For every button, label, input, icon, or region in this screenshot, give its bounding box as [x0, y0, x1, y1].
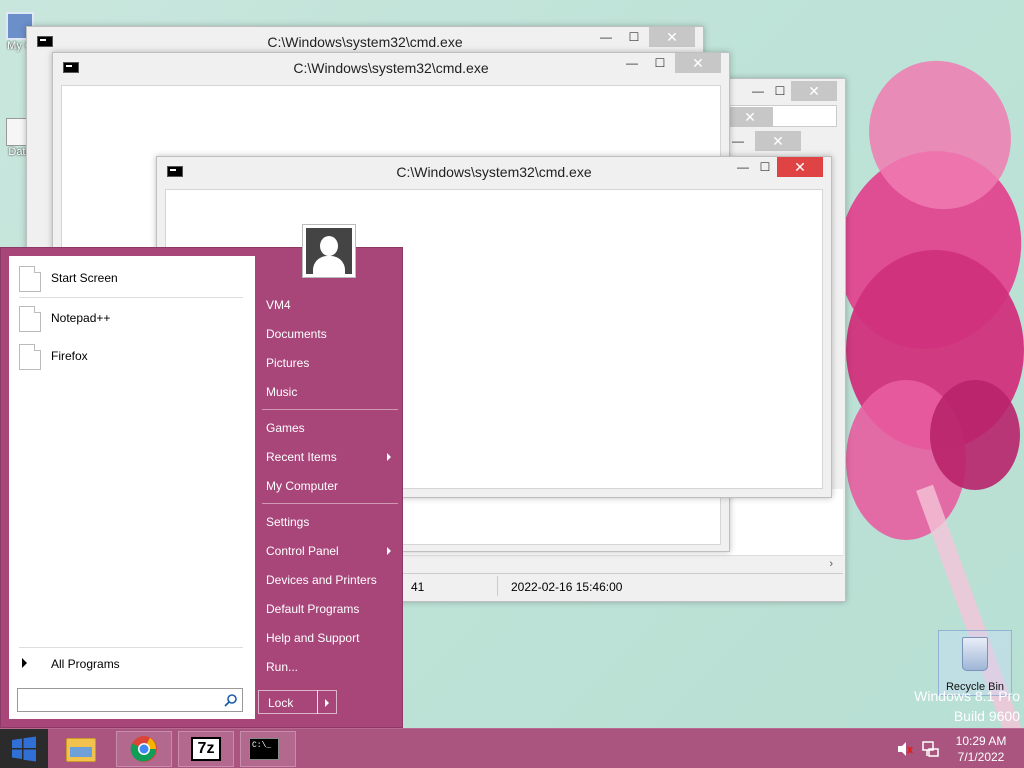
close-button[interactable]: ✕: [791, 81, 837, 101]
maximize-button[interactable]: ☐: [621, 27, 647, 47]
window-titlebar[interactable]: C:\Windows\system32\cmd.exe — ☐ ✕: [157, 157, 831, 187]
horizontal-scrollbar[interactable]: ›: [393, 555, 843, 571]
all-programs-label: All Programs: [51, 657, 120, 671]
taskbar-file-explorer[interactable]: [54, 731, 110, 767]
system-clock[interactable]: 10:29 AM 7/1/2022: [946, 733, 1016, 765]
start-menu-devices-and-printers[interactable]: Devices and Printers: [266, 573, 377, 587]
start-menu-documents[interactable]: Documents: [266, 327, 327, 341]
start-menu-pictures[interactable]: Pictures: [266, 356, 309, 370]
start-menu-item-label: Notepad++: [51, 311, 111, 325]
taskbar-cmd[interactable]: C:\_: [240, 731, 296, 767]
divider: [19, 297, 243, 298]
folder-icon: [66, 738, 96, 762]
start-search-box[interactable]: [17, 688, 243, 712]
start-menu-my-computer[interactable]: My Computer: [266, 479, 338, 493]
start-menu-item-start-screen[interactable]: Start Screen: [19, 264, 247, 292]
clock-date: 7/1/2022: [957, 750, 1005, 764]
document-icon: [19, 344, 41, 370]
document-icon: [19, 306, 41, 332]
chevron-right-icon: [325, 699, 329, 707]
start-search-input[interactable]: [20, 691, 216, 709]
minimize-button[interactable]: —: [747, 81, 769, 101]
watermark-build: Build 9600: [953, 708, 1020, 724]
divider: [19, 647, 243, 648]
start-menu-settings[interactable]: Settings: [266, 515, 309, 529]
cmd-icon: C:\_: [249, 738, 279, 760]
start-menu-recent-items[interactable]: Recent Items: [266, 450, 337, 464]
submenu-arrow-icon: [387, 547, 391, 555]
recycle-bin-icon: [962, 637, 988, 671]
minimize-button[interactable]: —: [593, 27, 619, 47]
divider: [262, 503, 398, 504]
start-menu-default-programs[interactable]: Default Programs: [266, 602, 359, 616]
start-menu-item-notepad-plus-plus[interactable]: Notepad++: [19, 304, 247, 332]
status-value: 41: [411, 580, 425, 594]
document-icon: [19, 266, 41, 292]
minimize-button[interactable]: —: [733, 157, 753, 177]
7zip-icon: 7z: [191, 737, 221, 761]
window-title: C:\Windows\system32\cmd.exe: [396, 164, 592, 180]
watermark-edition: Windows 8.1 Pro: [914, 688, 1020, 704]
close-button[interactable]: ✕: [649, 27, 695, 47]
close-button[interactable]: ✕: [675, 53, 721, 73]
windows-watermark: Windows 8.1 Pro Build 9600: [914, 686, 1020, 726]
volume-muted-icon[interactable]: [897, 741, 913, 757]
minimize-button[interactable]: —: [727, 131, 749, 151]
taskbar-chrome[interactable]: [116, 731, 172, 767]
window-titlebar[interactable]: C:\Windows\system32\cmd.exe — ☐ ✕: [53, 53, 729, 83]
maximize-button[interactable]: ☐: [755, 157, 775, 177]
close-button[interactable]: ✕: [755, 131, 801, 151]
search-icon[interactable]: [224, 693, 238, 707]
taskbar: 7z C:\_ 10:29 AM 7/1/2022: [0, 728, 1024, 768]
status-date: 2022-02-16 15:46:00: [511, 580, 623, 594]
chrome-icon: [130, 736, 157, 762]
start-menu-control-panel[interactable]: Control Panel: [266, 544, 339, 558]
divider: [262, 409, 398, 410]
start-menu-help-and-support[interactable]: Help and Support: [266, 631, 359, 645]
start-menu[interactable]: Start Screen Notepad++ Firefox All Progr…: [0, 224, 403, 728]
user-avatar[interactable]: [302, 224, 356, 278]
lock-options-button[interactable]: [317, 690, 337, 714]
status-bar: 41 2022-02-16 15:46:00: [393, 573, 843, 599]
submenu-arrow-icon: [387, 453, 391, 461]
start-menu-item-label: Start Screen: [51, 271, 118, 285]
maximize-button[interactable]: ☐: [647, 53, 673, 73]
expand-right-icon: [22, 658, 27, 668]
taskbar-7zip[interactable]: 7z: [178, 731, 234, 767]
network-icon[interactable]: [921, 740, 939, 758]
status-divider: [497, 576, 498, 596]
start-menu-item-label: Firefox: [51, 349, 88, 363]
close-button[interactable]: ✕: [777, 157, 823, 177]
start-menu-run[interactable]: Run...: [266, 660, 298, 674]
start-menu-programs-pane: Start Screen Notepad++ Firefox All Progr…: [9, 256, 255, 719]
start-menu-games[interactable]: Games: [266, 421, 305, 435]
close-button[interactable]: ✕: [727, 107, 773, 127]
start-button[interactable]: [0, 729, 48, 768]
maximize-button[interactable]: ☐: [769, 81, 791, 101]
start-menu-music[interactable]: Music: [266, 385, 297, 399]
lock-button[interactable]: Lock: [258, 690, 318, 714]
clock-time: 10:29 AM: [955, 734, 1007, 748]
user-icon: [306, 228, 352, 274]
windows-logo-icon: [12, 736, 36, 762]
scroll-right-icon[interactable]: ›: [829, 558, 833, 570]
start-menu-item-firefox[interactable]: Firefox: [19, 342, 247, 370]
lock-label: Lock: [268, 696, 294, 710]
all-programs-button[interactable]: All Programs: [19, 654, 245, 676]
minimize-button[interactable]: —: [619, 53, 645, 73]
start-menu-user-folder[interactable]: VM4: [266, 298, 291, 312]
